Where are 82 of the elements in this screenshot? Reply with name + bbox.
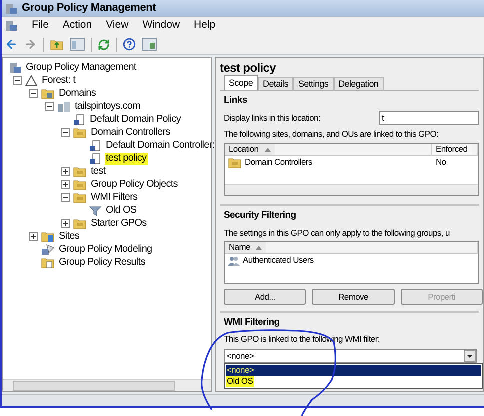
triangle-icon	[25, 74, 38, 86]
modeling-icon	[41, 244, 55, 256]
document-icon	[73, 114, 86, 126]
folder-icon	[73, 218, 87, 230]
document-icon	[89, 152, 102, 164]
tree-item[interactable]: Starter GPOs	[90, 218, 148, 230]
folder-icon	[73, 192, 87, 204]
tree-item[interactable]: Default Domain Controller:	[105, 140, 216, 152]
section-title: Security Filtering	[224, 209, 298, 224]
table-cell: Authenticated Users	[243, 254, 314, 268]
tree-item[interactable]: test policy	[105, 152, 148, 164]
folder-icon	[228, 156, 242, 168]
action-button[interactable]: Add...	[224, 289, 306, 305]
document-icon	[89, 140, 102, 152]
section-title: Links	[224, 94, 248, 108]
report-icon	[41, 256, 55, 268]
tree-item[interactable]: Group Policy Modeling	[58, 244, 154, 256]
console-window-icon[interactable]	[142, 38, 157, 51]
tab[interactable]: Details	[258, 77, 294, 90]
folder-icon	[73, 178, 87, 190]
tree-item[interactable]: Default Domain Policy	[89, 114, 182, 126]
dropdown-option[interactable]: <none>	[226, 365, 256, 376]
menu-item[interactable]: File	[32, 18, 49, 34]
caption: The settings in this GPO can only apply to the following groups, u	[224, 226, 451, 240]
folder-up-icon[interactable]	[50, 38, 64, 51]
wmi-filter-dropdown[interactable]: <none>	[224, 349, 477, 363]
tree-item[interactable]: tailspintoys.com	[74, 100, 142, 112]
menu-item[interactable]: View	[106, 18, 129, 34]
funnel-icon	[89, 204, 102, 216]
console-icon	[9, 62, 22, 74]
folder-icon	[73, 166, 87, 178]
console-icon	[5, 20, 18, 32]
table-cell: Domain Controllers	[245, 156, 312, 169]
users-icon	[228, 256, 240, 266]
expand-icon[interactable]	[61, 167, 70, 176]
tab[interactable]: Delegation	[334, 77, 384, 90]
tab[interactable]: Settings	[293, 77, 334, 90]
folder-icon	[73, 126, 87, 138]
tree-item[interactable]: Forest: t	[41, 74, 77, 86]
tree-item[interactable]: test	[90, 166, 107, 178]
tree-item[interactable]: WMI Filters	[90, 192, 139, 204]
tree-item[interactable]: Domains	[58, 88, 98, 100]
section-title: WMI Filtering	[224, 316, 281, 330]
folder-icon	[41, 88, 55, 100]
tree-item[interactable]: Group Policy Management	[25, 62, 138, 74]
collapse-icon[interactable]	[61, 193, 70, 202]
collapse-icon[interactable]	[61, 128, 70, 137]
help-icon[interactable]	[123, 38, 136, 51]
column-header[interactable]: Location	[225, 144, 275, 155]
action-button[interactable]: Remove	[312, 289, 395, 305]
menu-item[interactable]: Help	[194, 18, 216, 34]
tree-item[interactable]: Old OS	[105, 204, 138, 216]
horizontal-scrollbar[interactable]	[3, 379, 211, 391]
building-icon	[57, 100, 71, 112]
sort-arrow-icon	[256, 246, 262, 250]
tab[interactable]: Scope	[224, 75, 258, 90]
tree-item[interactable]: Domain Controllers	[90, 126, 172, 138]
location-field[interactable]: t	[379, 111, 479, 126]
expand-icon[interactable]	[61, 219, 70, 228]
tree-item[interactable]: Group Policy Results	[58, 256, 146, 268]
folder-icon	[41, 230, 55, 242]
table-cell-text: No	[435, 156, 448, 169]
caption: The following sites, domains, and OUs are linked to this GPO:	[224, 128, 440, 141]
expand-icon[interactable]	[29, 232, 38, 241]
window-title: Group Policy Management	[22, 1, 156, 16]
back-icon[interactable]	[5, 38, 18, 51]
collapse-icon[interactable]	[13, 76, 22, 85]
dropdown-option[interactable]: Old OS	[226, 376, 254, 387]
collapse-icon[interactable]	[29, 89, 38, 98]
horizontal-scrollbar[interactable]	[225, 184, 478, 196]
sort-arrow-icon	[264, 148, 271, 152]
tree-item[interactable]: Sites	[58, 230, 80, 242]
expand-icon[interactable]	[61, 180, 70, 189]
field-label: Display links in this location:	[224, 112, 321, 125]
refresh-icon[interactable]	[98, 38, 110, 50]
details-title: test policy	[220, 60, 278, 76]
column-header[interactable]: Name	[225, 242, 266, 254]
menu-item[interactable]: Window	[142, 18, 180, 34]
collapse-icon[interactable]	[45, 102, 54, 111]
console-icon	[5, 2, 18, 14]
tree-item[interactable]: Group Policy Objects	[90, 178, 179, 190]
menu-item[interactable]: Action	[62, 18, 92, 34]
